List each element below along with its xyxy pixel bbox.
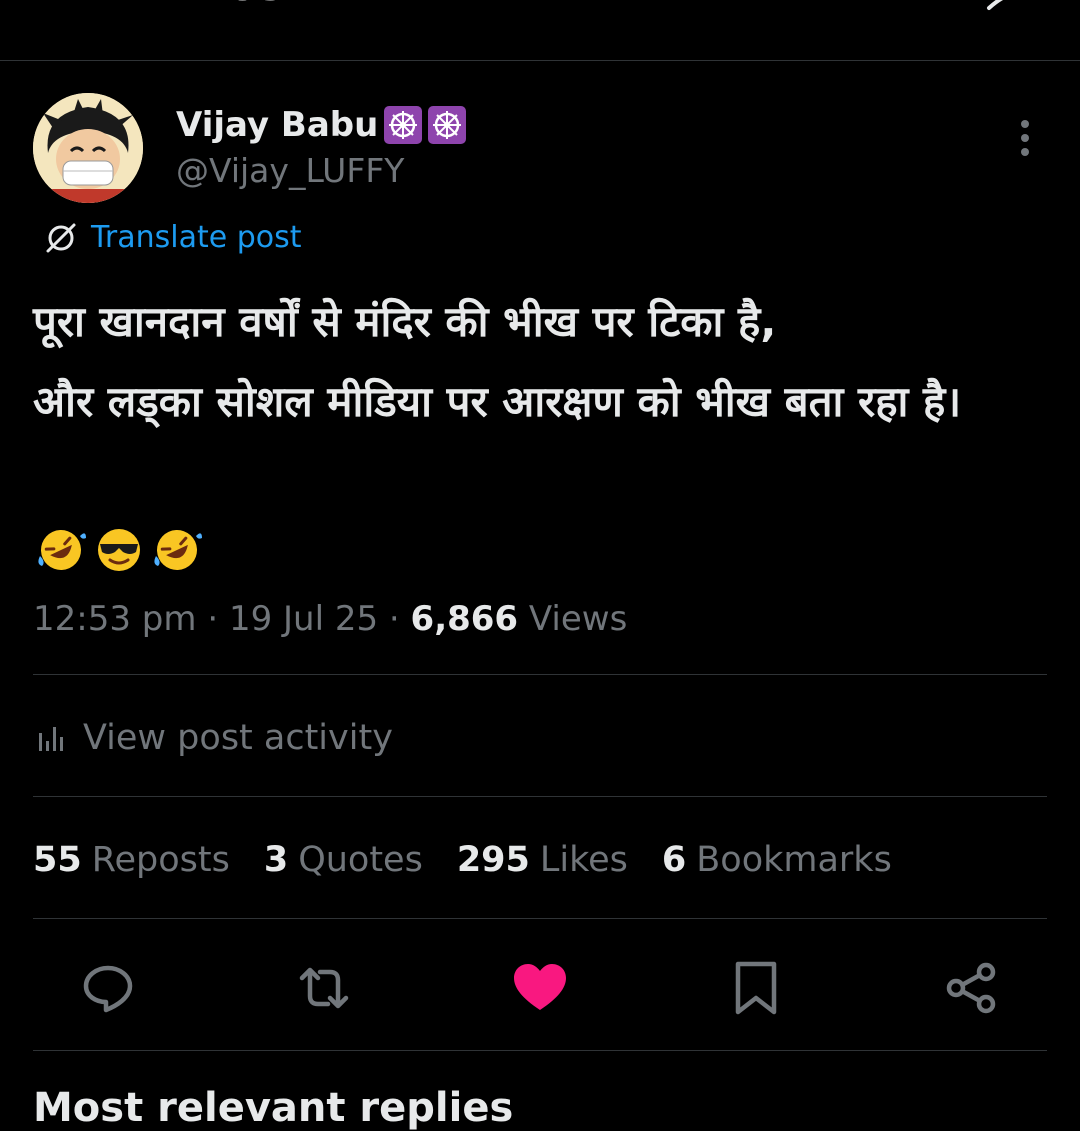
translate-label[interactable]: Translate post xyxy=(91,220,302,256)
analytics-bars-icon xyxy=(39,727,63,751)
display-name[interactable]: Vijay Babu xyxy=(176,104,378,146)
divider xyxy=(33,918,1047,919)
divider xyxy=(33,674,1047,675)
divider xyxy=(33,1050,1047,1051)
more-options-icon[interactable] xyxy=(1010,118,1040,158)
view-post-activity-label[interactable]: View post activity xyxy=(83,716,393,760)
likes-stat[interactable]: 295 Likes xyxy=(457,838,628,882)
author-name[interactable]: Vijay Babu xyxy=(176,104,467,146)
page-title: Post xyxy=(195,0,305,8)
avatar[interactable] xyxy=(33,93,143,203)
replies-section-heading: Most relevant replies xyxy=(33,1085,514,1131)
quotes-count: 3 xyxy=(263,840,289,880)
likes-count: 295 xyxy=(456,840,530,880)
meta-separator: · xyxy=(207,599,219,639)
post-text: पूरा खानदान वर्षों से मंदिर की भीख पर टि… xyxy=(33,297,962,426)
bookmarks-stat[interactable]: 6 Bookmarks xyxy=(662,838,892,882)
share-icon[interactable] xyxy=(944,960,1000,1016)
quotes-stat[interactable]: 3 Quotes xyxy=(264,838,423,882)
sunglasses-emoji-icon xyxy=(98,529,140,571)
reply-icon[interactable] xyxy=(80,960,136,1016)
engagement-stats: 55 Reposts 3 Quotes 295 Likes 6 Bookmarks xyxy=(33,838,926,882)
wheel-of-dharma-icon xyxy=(428,106,467,144)
emoji-row xyxy=(34,526,208,574)
wheel-of-dharma-icon xyxy=(384,106,423,144)
grok-icon[interactable] xyxy=(985,0,1037,12)
views-label: Views xyxy=(528,599,628,639)
repost-icon[interactable] xyxy=(296,960,352,1016)
post-meta: 12:53 pm · 19 Jul 25 · 6,866 Views xyxy=(33,597,627,641)
rofl-emoji-icon xyxy=(154,530,202,570)
view-post-activity-link[interactable]: View post activity xyxy=(37,716,393,760)
like-icon[interactable] xyxy=(512,960,568,1016)
bookmark-icon[interactable] xyxy=(728,960,784,1016)
likes-label: Likes xyxy=(539,840,628,880)
translate-post-link[interactable]: Translate post xyxy=(43,220,302,256)
reposts-count: 55 xyxy=(33,840,82,880)
author-handle[interactable]: @Vijay_LUFFY xyxy=(176,150,404,192)
views-count: 6,866 xyxy=(410,599,519,639)
quotes-label: Quotes xyxy=(298,840,423,880)
bookmarks-label: Bookmarks xyxy=(696,840,892,880)
reposts-label: Reposts xyxy=(91,840,230,880)
divider xyxy=(33,796,1047,797)
post-time[interactable]: 12:53 pm xyxy=(33,599,197,639)
back-arrow-icon[interactable] xyxy=(58,0,90,6)
rofl-emoji-icon xyxy=(38,530,86,570)
reposts-stat[interactable]: 55 Reposts xyxy=(33,838,230,882)
translate-globe-icon xyxy=(46,223,76,253)
meta-separator: · xyxy=(388,599,400,639)
post-date[interactable]: 19 Jul 25 xyxy=(229,599,378,639)
bookmarks-count: 6 xyxy=(661,840,687,880)
top-bar: Post xyxy=(0,0,1080,61)
